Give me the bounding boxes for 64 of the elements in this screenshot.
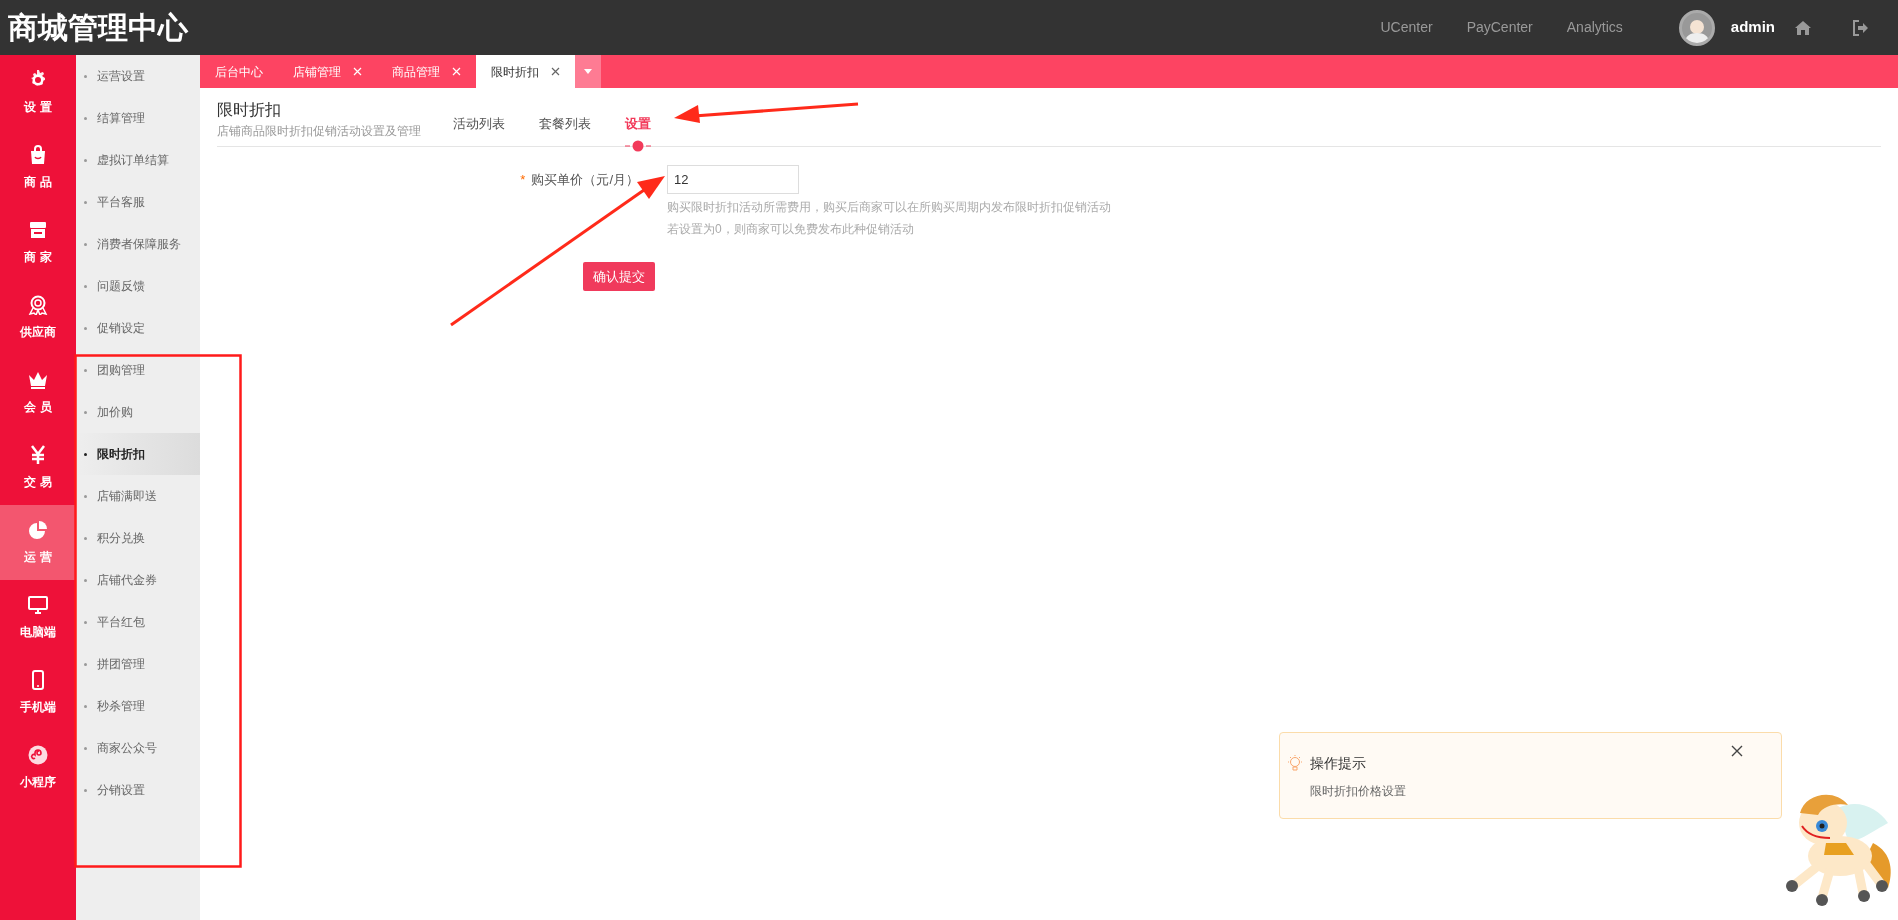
sub-nav-item[interactable]: 结算管理: [76, 97, 200, 139]
header-link[interactable]: Analytics: [1566, 17, 1623, 38]
tip-text: 限时折扣价格设置: [1309, 783, 1407, 800]
sub-nav-item[interactable]: 运营设置: [76, 55, 200, 97]
help-text: 购买限时折扣活动所需费用，购买后商家可以在所购买周期内发布限时折扣促销活动: [667, 199, 1111, 216]
sub-nav-item[interactable]: 消费者保障服务: [76, 223, 200, 265]
avatar[interactable]: [1678, 9, 1715, 46]
main-nav-item[interactable]: 设 置: [0, 55, 76, 130]
sub-nav-item[interactable]: 平台红包: [76, 601, 200, 643]
yen-icon: [28, 444, 48, 465]
header-link[interactable]: PayCenter: [1466, 17, 1533, 38]
home-icon[interactable]: [1795, 20, 1811, 35]
sub-nav-item[interactable]: 店铺满即送: [76, 475, 200, 517]
main-nav-item[interactable]: 手机端: [0, 655, 76, 730]
monitor-icon: [28, 594, 48, 615]
page-nav-tab[interactable]: 套餐列表: [539, 114, 591, 134]
help-text: 若设置为0，则商家可以免费发布此种促销活动: [667, 221, 915, 238]
sub-nav-item[interactable]: 团购管理: [76, 349, 200, 391]
medal-icon: [28, 294, 48, 315]
sub-nav-item[interactable]: 虚拟订单结算: [76, 139, 200, 181]
close-icon[interactable]: [1731, 745, 1743, 757]
pie-chart-icon: [28, 519, 48, 540]
page-tab[interactable]: 限时折扣: [476, 55, 575, 88]
main-nav-item[interactable]: 供应商: [0, 280, 76, 355]
page-title: 限时折扣: [217, 100, 282, 120]
lightbulb-icon: [1288, 755, 1302, 772]
link-icon: [28, 744, 48, 765]
app-title: 商城管理中心: [7, 10, 189, 46]
sub-nav-item[interactable]: 问题反馈: [76, 265, 200, 307]
main-nav-item[interactable]: 商 家: [0, 205, 76, 280]
sub-nav-item[interactable]: 拼团管理: [76, 643, 200, 685]
header-link[interactable]: UCenter: [1380, 17, 1433, 38]
caret-icon: [584, 69, 592, 74]
username[interactable]: admin: [1730, 16, 1775, 39]
page-tab[interactable]: 店铺管理: [278, 55, 377, 88]
bag-icon: [28, 144, 48, 165]
main-nav-item[interactable]: 商 品: [0, 130, 76, 205]
required-mark: *: [520, 171, 526, 189]
sub-nav-item[interactable]: 平台客服: [76, 181, 200, 223]
sub-nav-item[interactable]: 积分兑换: [76, 517, 200, 559]
main-nav-item[interactable]: 会 员: [0, 355, 76, 430]
sub-nav-item[interactable]: 分销设置: [76, 769, 200, 811]
store-icon: [28, 219, 48, 240]
logout-icon[interactable]: [1853, 19, 1868, 36]
tip-title: 操作提示: [1310, 754, 1366, 773]
page-subtitle: 店铺商品限时折扣促销活动设置及管理: [217, 123, 422, 140]
page-nav-tab[interactable]: 设置: [625, 114, 651, 134]
main-nav-item[interactable]: 交 易: [0, 430, 76, 505]
page-tab[interactable]: 商品管理: [377, 55, 476, 88]
price-label: 购买单价（元/月）: [531, 171, 639, 189]
main-nav-item[interactable]: 小程序: [0, 730, 76, 805]
sub-nav-item[interactable]: 加价购: [76, 391, 200, 433]
sub-nav-item[interactable]: 店铺代金券: [76, 559, 200, 601]
price-input[interactable]: 12: [667, 165, 799, 194]
main-nav-item[interactable]: 电脑端: [0, 580, 76, 655]
submit-button[interactable]: 确认提交: [583, 262, 655, 291]
main-nav-item[interactable]: 运 营: [0, 505, 76, 580]
tab-indicator: [625, 140, 651, 153]
sub-nav-item[interactable]: 秒杀管理: [76, 685, 200, 727]
close-icon[interactable]: [551, 67, 560, 76]
page-tab[interactable]: 后台中心: [200, 55, 278, 88]
sub-nav-item[interactable]: 促销设定: [76, 307, 200, 349]
page-nav-tab[interactable]: 活动列表: [453, 114, 505, 134]
sub-nav-item[interactable]: 商家公众号: [76, 727, 200, 769]
